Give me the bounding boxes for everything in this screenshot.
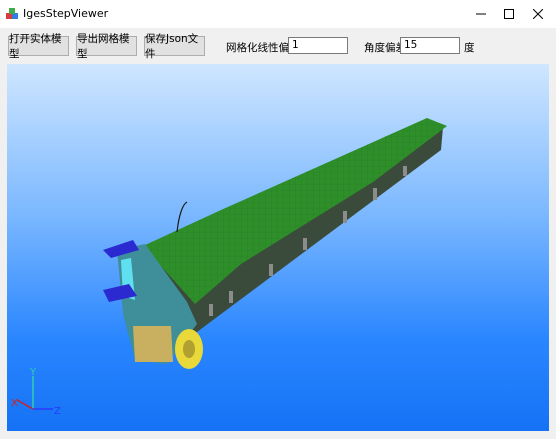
angle-unit-label: 度 bbox=[464, 42, 475, 54]
app-icon bbox=[6, 8, 18, 19]
minimize-icon bbox=[476, 13, 486, 15]
3d-viewport[interactable]: Y Z X bbox=[7, 64, 549, 431]
maximize-icon bbox=[504, 9, 514, 19]
window-title: IgesStepViewer bbox=[23, 7, 109, 20]
toolbar: 打开实体模型 导出网格模型 保存Json文件 网格化线性偏差 1 角度偏差 15… bbox=[0, 28, 556, 64]
window-bottom-edge bbox=[0, 434, 556, 439]
close-button[interactable] bbox=[521, 0, 555, 28]
angle-deviation-input[interactable]: 15 bbox=[400, 37, 460, 54]
model-render: Y Z X bbox=[11, 118, 447, 417]
export-mesh-model-button[interactable]: 导出网格模型 bbox=[76, 33, 137, 60]
open-solid-model-button[interactable]: 打开实体模型 bbox=[8, 33, 69, 60]
axis-y-label: Y bbox=[29, 367, 37, 378]
axis-triad: Y Z X bbox=[11, 367, 61, 417]
axis-x-label: X bbox=[11, 398, 18, 409]
title-bar: IgesStepViewer bbox=[0, 0, 556, 28]
linear-deviation-input[interactable]: 1 bbox=[288, 37, 348, 54]
save-json-button[interactable]: 保存Json文件 bbox=[144, 33, 205, 60]
close-icon bbox=[533, 9, 543, 19]
axis-z-label: Z bbox=[54, 406, 61, 417]
